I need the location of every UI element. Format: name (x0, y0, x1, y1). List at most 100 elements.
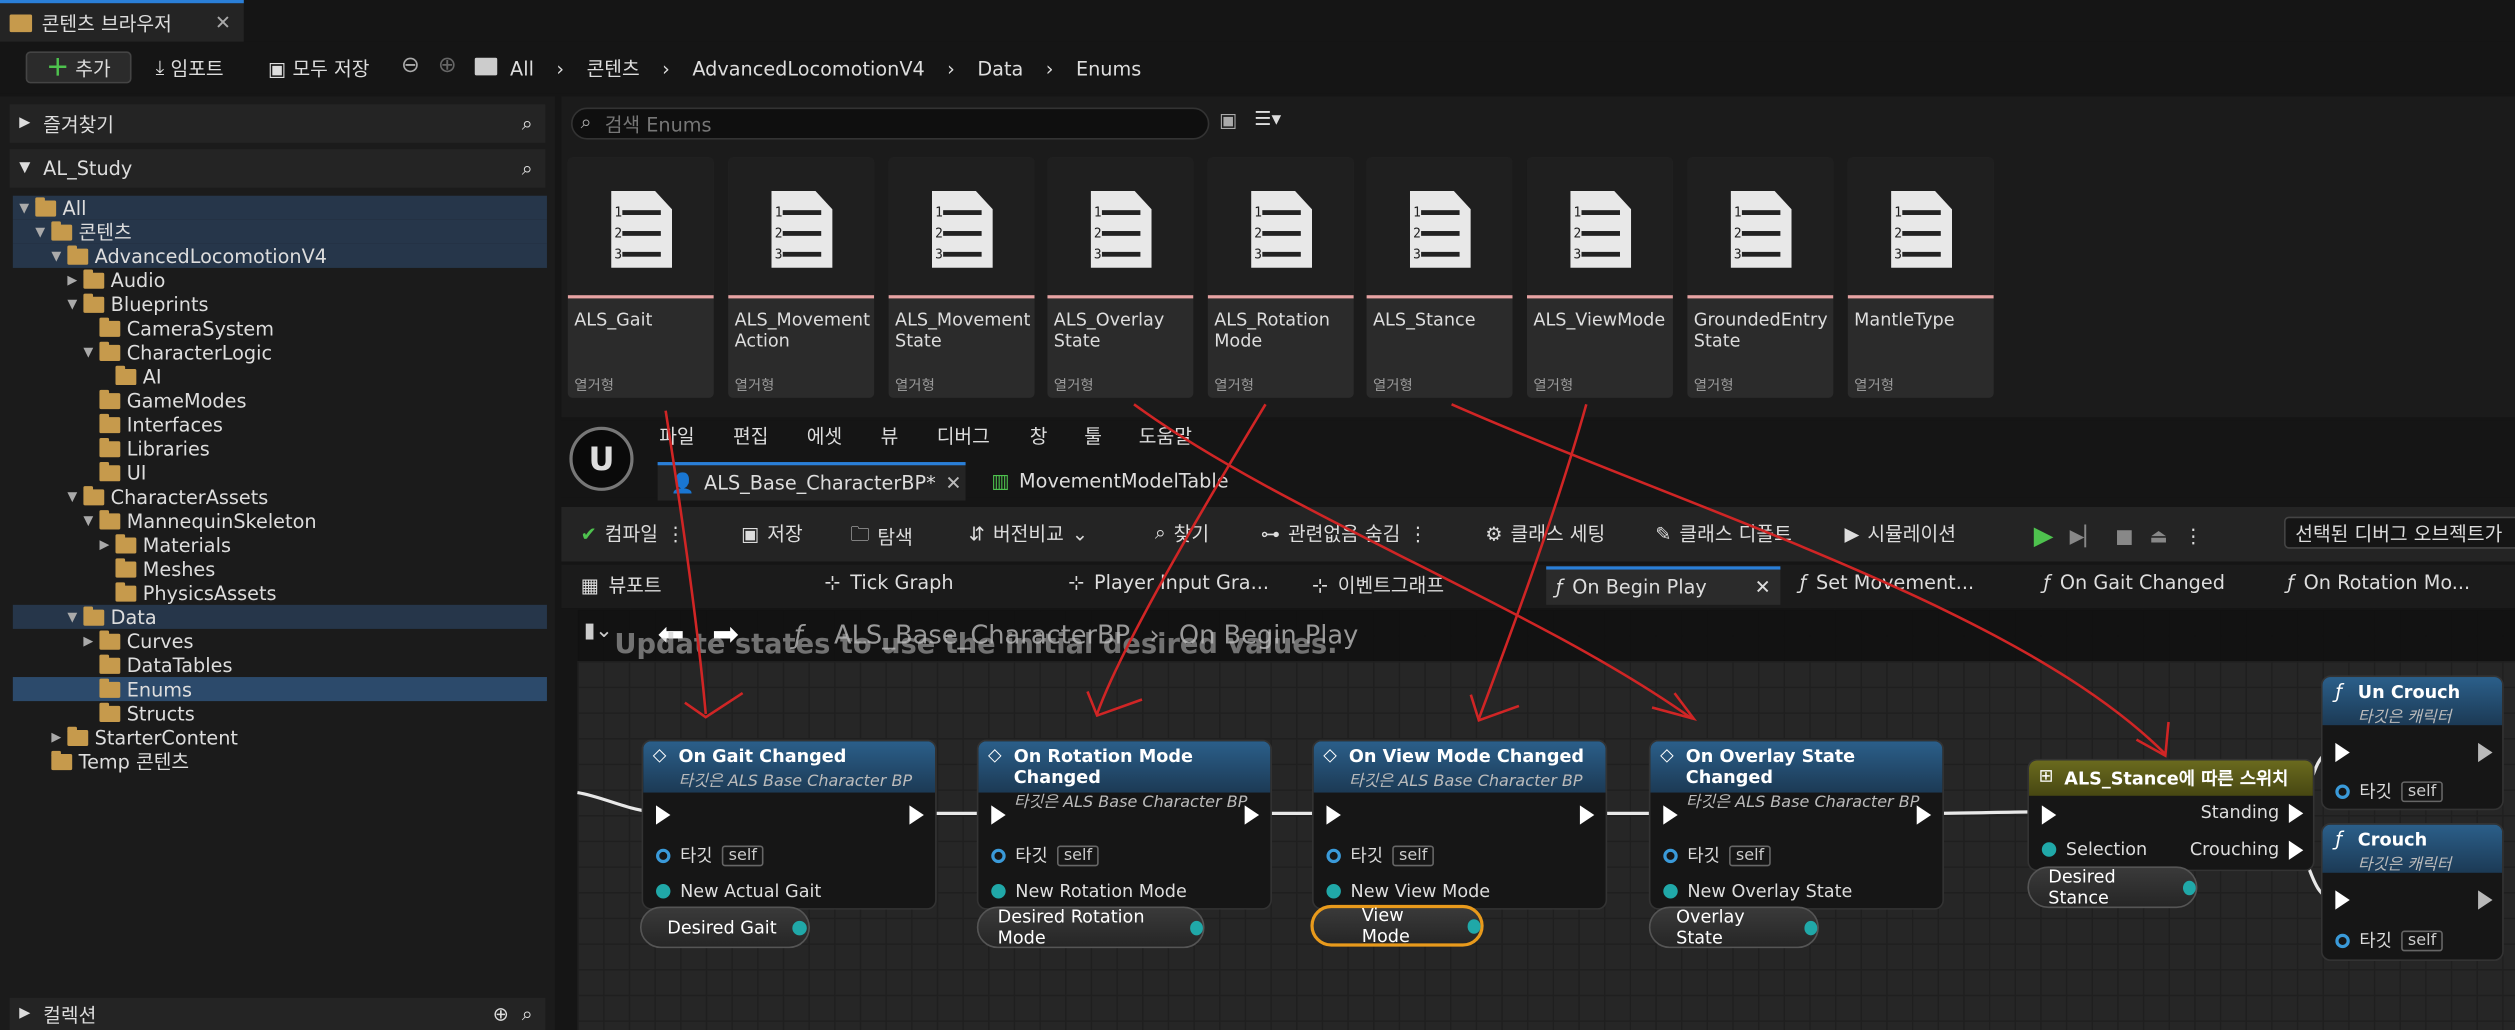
var-view-mode[interactable]: View Mode (1310, 904, 1484, 947)
node-subtitle: 타깃은 ALS Base Character BP (1013, 794, 1248, 812)
node-header: ◇ On Rotation Mode Changed 타깃은 ALS Base Ch… (978, 741, 1271, 812)
pin-label: New Actual Gait (680, 880, 822, 902)
node-crouch[interactable]: ƒ Crouch 타깃은 캐릭터 타깃 self (2320, 823, 2504, 962)
pin-label: New View Mode (1350, 880, 1491, 902)
var-label: Desired Rotation Mode (997, 906, 1145, 949)
self-box: self (1729, 844, 1771, 866)
node-uncrouch[interactable]: ƒ Un Crouch 타깃은 캐릭터 타깃 self (2320, 675, 2504, 811)
enum-pin-icon (656, 884, 671, 899)
var-desired-stance[interactable]: Desired Stance (2027, 866, 2198, 909)
enum-pin-icon (1190, 920, 1203, 935)
node-on-gait-changed[interactable]: ◇ On Gait Changed 타깃은 ALS Base Character B… (641, 739, 937, 910)
selection-pin[interactable]: Selection (2041, 839, 2148, 860)
node-title: On Gait Changed (678, 746, 847, 767)
pin-label: 타깃 (2359, 781, 2392, 803)
target-pin[interactable]: 타깃 self (991, 842, 1099, 868)
var-label: Desired Stance (2048, 866, 2116, 909)
param-pin[interactable]: New View Mode (1326, 881, 1490, 902)
node-subtitle: 타깃은 ALS Base Character BP (1685, 794, 1920, 812)
node-on-rotation-mode-changed[interactable]: ◇ On Rotation Mode Changed 타깃은 ALS Base Ch… (976, 739, 1272, 910)
node-subtitle: 타깃은 캐릭터 (2357, 709, 2452, 727)
pin-label: 타깃 (1687, 845, 1720, 867)
function-icon: ◇ (1323, 744, 1337, 766)
target-pin[interactable]: 타깃 self (2335, 778, 2443, 804)
exec-in-pin[interactable] (2335, 742, 2350, 763)
var-desired-gait[interactable]: Desired Gait (639, 906, 810, 949)
self-box: self (2401, 780, 2443, 802)
self-box: self (1392, 844, 1434, 866)
pin-label: New Rotation Mode (1015, 880, 1187, 902)
node-on-view-mode-changed[interactable]: ◇ On View Mode Changed 타깃은 ALS Base Charac… (1312, 739, 1608, 910)
enum-pin-icon (1466, 918, 1481, 933)
exec-in-pin[interactable] (1663, 805, 1678, 825)
exec-out-pin[interactable] (909, 805, 924, 825)
node-header: ◇ On Overlay State Changed 타깃은 ALS Base Ch… (1650, 741, 1943, 812)
param-pin[interactable]: New Actual Gait (656, 881, 821, 902)
enum-pin-icon (1663, 884, 1678, 899)
node-title: Crouch (2357, 829, 2428, 851)
target-pin[interactable]: 타깃 self (2335, 927, 2443, 953)
standing-pin[interactable]: Standing (2201, 802, 2304, 823)
enum-pin-icon (2183, 879, 2196, 895)
exec-out-pin[interactable] (1244, 805, 1260, 825)
var-overlay-state[interactable]: Overlay State (1648, 906, 1819, 949)
pin-label: 타깃 (1350, 845, 1384, 867)
exec-in-pin[interactable] (2335, 890, 2350, 910)
var-label: Overlay State (1676, 906, 1745, 949)
param-pin[interactable]: New Overlay State (1663, 881, 1852, 902)
exec-in-pin[interactable] (991, 805, 1006, 825)
node-switch-on-stance[interactable]: ⊞ ALS_Stance에 따른 스위치 Standing Selection C… (2027, 758, 2315, 872)
self-box: self (722, 844, 764, 866)
node-subtitle: 타깃은 ALS Base Character BP (1348, 773, 1583, 791)
exec-out-pin[interactable] (1916, 805, 1932, 825)
annotation-arrows (664, 403, 2170, 758)
pin-label: 타깃 (2359, 930, 2392, 952)
object-pin-icon (991, 847, 1006, 863)
pin-label: Selection (2065, 839, 2148, 860)
exec-out-pin (2288, 802, 2304, 823)
pin-label: Crouching (2189, 839, 2280, 860)
node-header: ◇ On View Mode Changed 타깃은 ALS Base Charac… (1313, 741, 1606, 793)
node-subtitle: 타깃은 ALS Base Character BP (678, 773, 913, 791)
node-header: ƒ Un Crouch 타깃은 캐릭터 (2322, 677, 2503, 727)
target-pin[interactable]: 타깃 self (1326, 842, 1434, 868)
var-label: Desired Gait (667, 916, 777, 938)
node-title: On Rotation Mode Changed (1013, 746, 1194, 788)
exec-in-pin[interactable] (1326, 805, 1341, 825)
enum-pin-icon (1326, 884, 1341, 899)
pin-label: Standing (2200, 802, 2280, 824)
node-header: ƒ Crouch 타깃은 캐릭터 (2322, 824, 2503, 874)
pin-label: 타깃 (680, 845, 713, 867)
enum-pin-icon (1803, 920, 1818, 935)
node-title: Un Crouch (2357, 681, 2461, 703)
node-on-overlay-state-changed[interactable]: ◇ On Overlay State Changed 타깃은 ALS Base Ch… (1648, 739, 1944, 910)
target-pin[interactable]: 타깃 self (1663, 842, 1771, 868)
function-icon: ◇ (652, 744, 667, 766)
self-box: self (1057, 844, 1099, 866)
exec-out-pin[interactable] (2478, 742, 2493, 763)
pin-label: New Overlay State (1687, 880, 1853, 902)
crouching-pin[interactable]: Crouching (2189, 839, 2304, 860)
object-pin-icon (2335, 932, 2350, 948)
var-label: View Mode (1361, 904, 1410, 947)
enum-pin-icon (2041, 842, 2057, 857)
param-pin[interactable]: New Rotation Mode (991, 881, 1187, 902)
exec-in-pin[interactable] (656, 805, 671, 825)
object-pin-icon (1326, 847, 1341, 863)
node-header: ⊞ ALS_Stance에 따른 스위치 (2028, 760, 2313, 796)
object-pin-icon (1663, 847, 1678, 863)
node-title: ALS_Stance에 따른 스위치 (2064, 768, 2289, 790)
exec-out-pin[interactable] (2478, 890, 2493, 910)
var-desired-rotation-mode[interactable]: Desired Rotation Mode (976, 906, 1205, 949)
object-pin-icon (2335, 783, 2350, 799)
exec-out-pin[interactable] (1579, 805, 1595, 825)
enum-pin-icon (792, 920, 808, 935)
function-icon: ƒ (2335, 680, 2343, 703)
exec-in-pin[interactable] (2041, 805, 2057, 825)
enum-pin-icon (991, 884, 1006, 899)
object-pin-icon (656, 847, 671, 863)
node-header: ◇ On Gait Changed 타깃은 ALS Base Character B… (643, 741, 936, 793)
target-pin[interactable]: 타깃 self (656, 842, 764, 868)
function-icon: ◇ (988, 744, 1002, 766)
self-box: self (2401, 929, 2443, 951)
